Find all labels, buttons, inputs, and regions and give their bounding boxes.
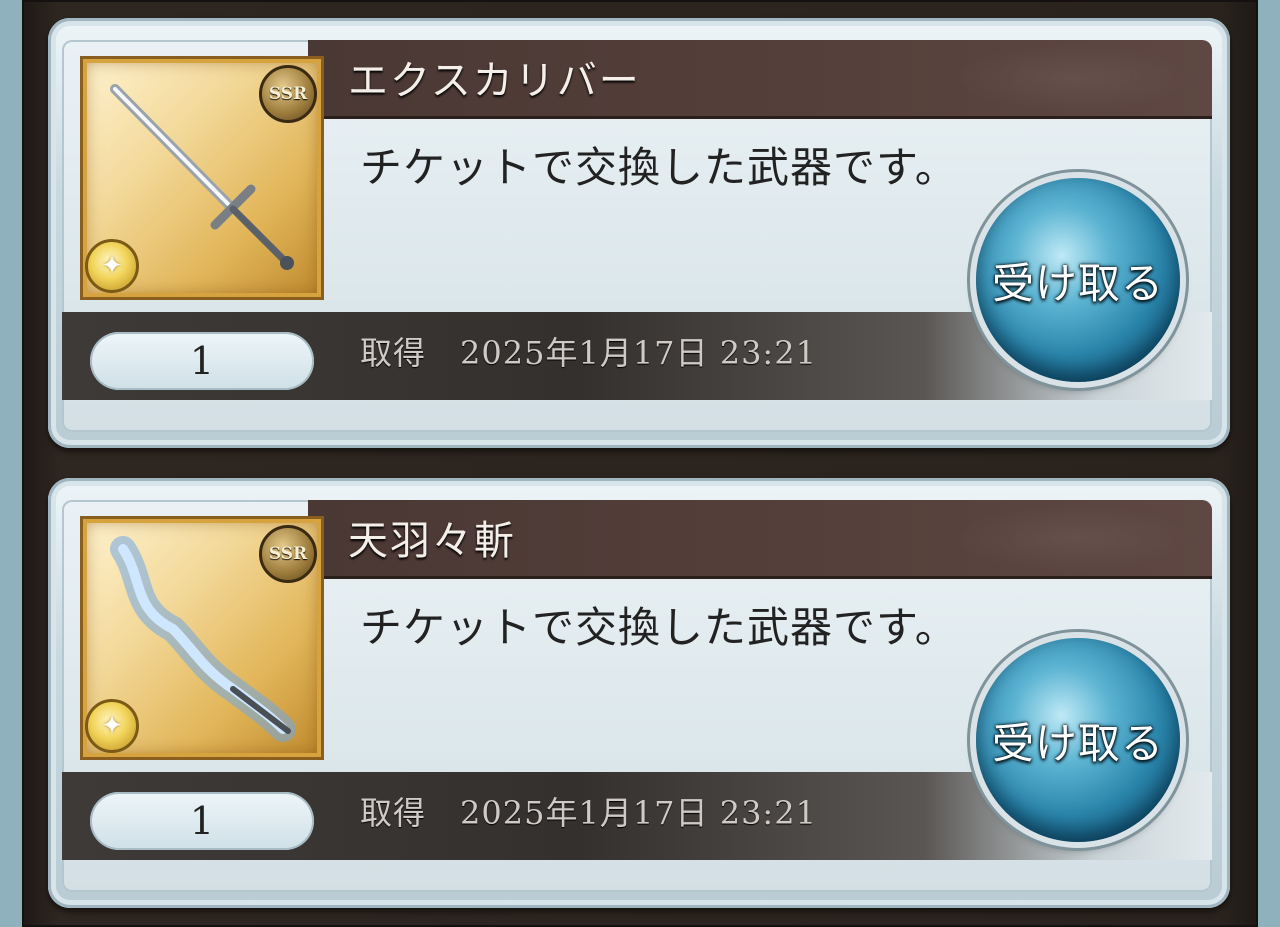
light-element-icon: ✦ xyxy=(85,699,139,753)
item-title-bar: エクスカリバー xyxy=(308,40,1212,119)
obtained-label: 取得 xyxy=(360,794,427,832)
item-description: チケットで交換した武器です。 xyxy=(360,143,958,192)
gift-item-card: エクスカリバー チケットで交換した武器です。 1 取得 2025年1月17日 23… xyxy=(48,18,1230,448)
receive-button[interactable]: 受け取る xyxy=(976,638,1180,842)
obtained-label: 取得 xyxy=(360,334,427,372)
receive-button[interactable]: 受け取る xyxy=(976,178,1180,382)
obtained-date: 2025年1月17日 23:21 xyxy=(460,334,817,372)
gift-item-panel: エクスカリバー チケットで交換した武器です。 1 取得 2025年1月17日 23… xyxy=(62,40,1212,432)
quantity-display: 1 xyxy=(90,792,314,850)
gift-item-panel: 天羽々斬 チケットで交換した武器です。 1 取得 2025年1月17日 23:21… xyxy=(62,500,1212,892)
obtained-date: 2025年1月17日 23:21 xyxy=(460,794,817,832)
item-title-bar: 天羽々斬 xyxy=(308,500,1212,579)
gift-item-card: 天羽々斬 チケットで交換した武器です。 1 取得 2025年1月17日 23:21… xyxy=(48,478,1230,908)
light-element-icon: ✦ xyxy=(85,239,139,293)
quantity-display: 1 xyxy=(90,332,314,390)
receive-button-label: 受け取る xyxy=(991,718,1164,768)
weapon-thumbnail[interactable]: SSR ✦ xyxy=(80,56,324,300)
obtained-info: 取得 2025年1月17日 23:21 xyxy=(360,328,817,374)
obtained-info: 取得 2025年1月17日 23:21 xyxy=(360,788,817,834)
ssr-rarity-badge: SSR xyxy=(259,65,317,123)
ssr-rarity-badge: SSR xyxy=(259,525,317,583)
weapon-thumbnail[interactable]: SSR ✦ xyxy=(80,516,324,760)
item-description: チケットで交換した武器です。 xyxy=(360,603,958,652)
item-title: 天羽々斬 xyxy=(348,518,516,564)
receive-button-label: 受け取る xyxy=(991,258,1164,308)
item-title: エクスカリバー xyxy=(348,58,641,104)
